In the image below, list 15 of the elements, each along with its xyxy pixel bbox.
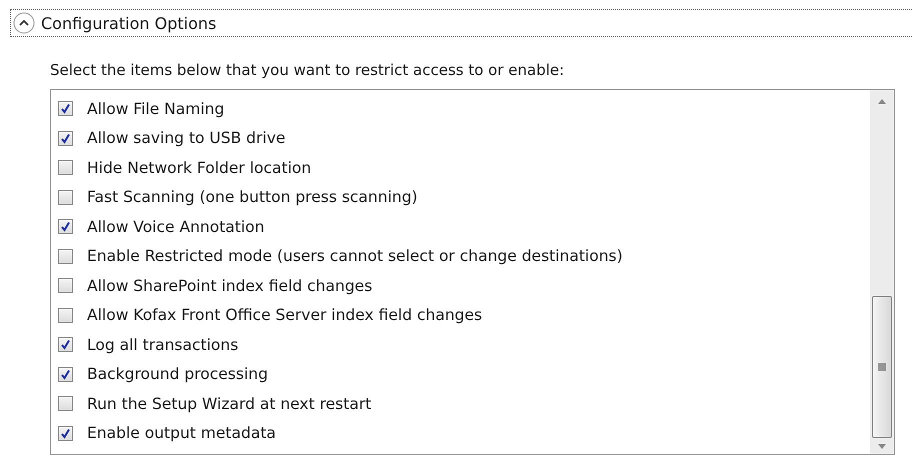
option-label[interactable]: Enable output metadata: [87, 424, 276, 442]
option-label[interactable]: Allow Kofax Front Office Server index field changes: [87, 306, 482, 324]
option-label[interactable]: Enable Restricted mode (users cannot select or change destinations): [87, 247, 623, 266]
option-label[interactable]: Hide Network Folder location: [87, 158, 312, 177]
option-label[interactable]: Allow Voice Annotation: [87, 218, 264, 236]
option-label[interactable]: Fast Scanning (one button press scanning): [87, 188, 418, 206]
section-title: Configuration Options: [41, 14, 216, 32]
option-label[interactable]: Run the Setup Wizard at next restart: [87, 394, 372, 413]
section-header[interactable]: Configuration Options: [10, 9, 912, 37]
instruction-text: Select the items below that you want to restrict access to or enable:: [50, 61, 566, 81]
option-label[interactable]: Background processing: [87, 365, 268, 384]
option-label[interactable]: Allow File Naming: [87, 100, 224, 118]
option-label[interactable]: Allow saving to USB drive: [87, 129, 286, 148]
option-label[interactable]: Log all transactions: [87, 336, 238, 354]
option-label[interactable]: Allow SharePoint index field changes: [87, 276, 372, 295]
